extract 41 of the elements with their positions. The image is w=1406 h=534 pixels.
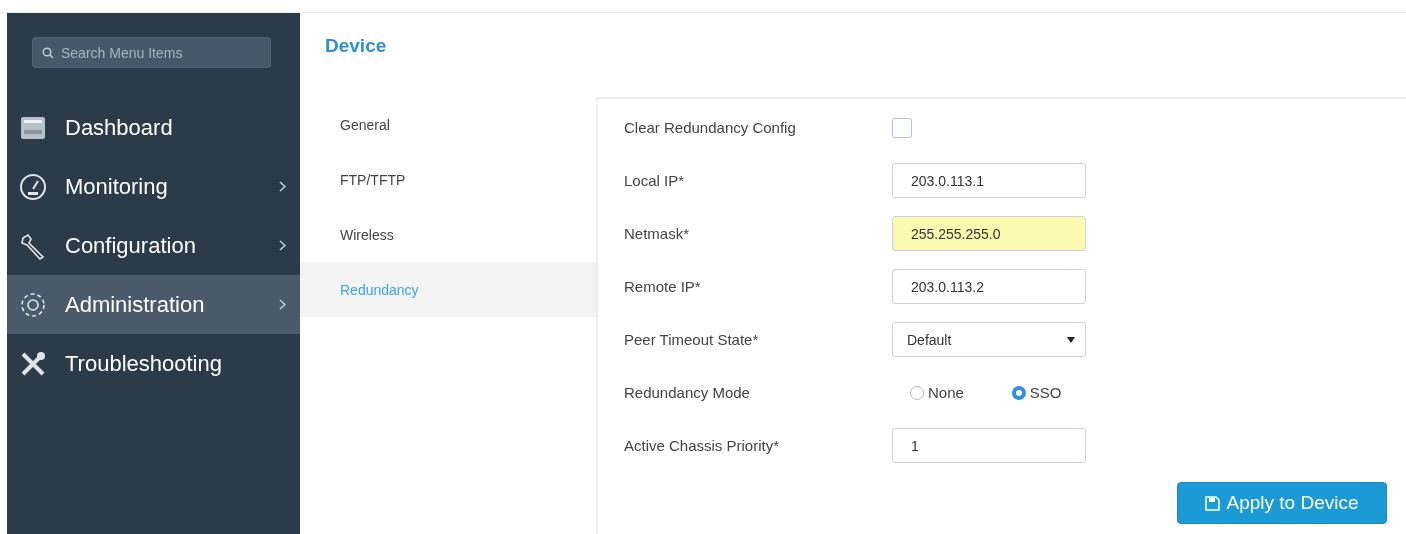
menu-label: Troubleshooting: [65, 350, 223, 377]
menu-item[interactable]: Administration: [7, 275, 300, 334]
radio-button[interactable]: [910, 385, 924, 400]
input-field[interactable]: 203.0.113.2: [892, 269, 1086, 304]
field-label: Local IP*: [624, 172, 686, 189]
menu-item[interactable]: Configuration: [7, 216, 300, 275]
menu-item[interactable]: Monitoring: [7, 157, 300, 216]
subnav-tab[interactable]: FTP/TFTP: [300, 152, 596, 207]
field-label: Active Chassis Priority*: [624, 437, 781, 454]
menu-label: Administration: [65, 291, 206, 318]
checkbox[interactable]: [892, 117, 912, 138]
search-field[interactable]: Search Menu Items: [32, 37, 271, 68]
subnav-tab[interactable]: Wireless: [300, 207, 596, 262]
dropdown[interactable]: Default: [892, 322, 1086, 357]
page-title: Device: [324, 34, 388, 58]
radio-button[interactable]: [1011, 385, 1026, 400]
menu-item[interactable]: Dashboard: [7, 98, 300, 157]
radio-option[interactable]: SSO: [1011, 384, 1062, 401]
field-label: Redundancy Mode: [624, 384, 751, 401]
caret-icon: [1067, 336, 1075, 343]
menu-label: Configuration: [65, 232, 197, 259]
save-icon: [1205, 495, 1221, 511]
menu-label: Monitoring: [65, 173, 169, 200]
radio-label: SSO: [1029, 384, 1062, 401]
menu-item[interactable]: Troubleshooting: [7, 334, 300, 393]
field-label: Remote IP*: [624, 278, 702, 295]
radio-label: None: [928, 384, 964, 401]
gauge-icon: [19, 172, 47, 201]
gear-icon: [19, 290, 47, 319]
wrench-icon: [19, 231, 47, 260]
search-icon: [42, 47, 54, 59]
radio-option[interactable]: None: [910, 384, 964, 401]
input-field[interactable]: 1: [892, 428, 1086, 463]
field-label: Netmask*: [624, 225, 691, 242]
input-field[interactable]: 255.255.255.0: [892, 216, 1086, 251]
menu-label: Dashboard: [65, 114, 174, 141]
field-label: Clear Redundancy Config: [624, 119, 797, 136]
subnav-tab[interactable]: General: [300, 97, 596, 152]
screwdriver-wrench-icon: [19, 349, 47, 378]
input-field[interactable]: 203.0.113.1: [892, 163, 1086, 198]
field-label: Peer Timeout State*: [624, 331, 760, 348]
